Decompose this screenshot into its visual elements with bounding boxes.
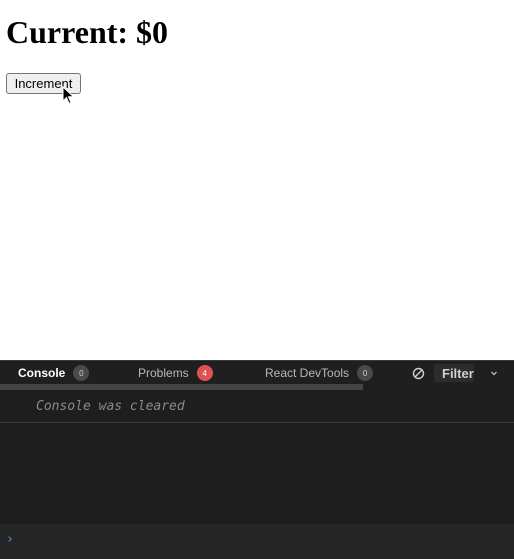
console-message-text: Console was cleared xyxy=(36,399,185,414)
current-amount-heading: Current: $0 xyxy=(6,14,169,50)
tab-react-devtools-count: 0 xyxy=(357,365,374,381)
tab-react-devtools[interactable]: React DevTools 0 xyxy=(265,361,374,385)
tab-console-label: Console xyxy=(18,366,66,380)
tab-react-devtools-label: React DevTools xyxy=(265,366,350,380)
tab-problems-label: Problems xyxy=(138,366,189,380)
tab-console-count: 0 xyxy=(73,365,90,381)
prompt-caret-icon: › xyxy=(6,532,14,547)
console-input[interactable] xyxy=(22,530,502,552)
filter-input[interactable]: Filter xyxy=(434,364,474,382)
tab-problems-count: 4 xyxy=(196,365,213,381)
console-prompt[interactable]: › xyxy=(0,524,514,559)
mouse-cursor-icon xyxy=(62,86,75,105)
tab-problems[interactable]: Problems 4 xyxy=(138,361,213,385)
devtools-panel: Console 0 Problems 4 React DevTools 0 Fi… xyxy=(0,360,514,559)
tab-console[interactable]: Console 0 xyxy=(18,361,90,385)
clear-console-icon[interactable] xyxy=(412,367,425,380)
app-preview: Current: $0 Increment xyxy=(0,0,514,360)
console-message-row: Console was cleared xyxy=(0,395,514,423)
devtools-tabbar: Console 0 Problems 4 React DevTools 0 Fi… xyxy=(0,360,514,384)
tabbar-scrollbar[interactable] xyxy=(0,384,363,390)
chevron-down-icon[interactable] xyxy=(489,368,499,378)
